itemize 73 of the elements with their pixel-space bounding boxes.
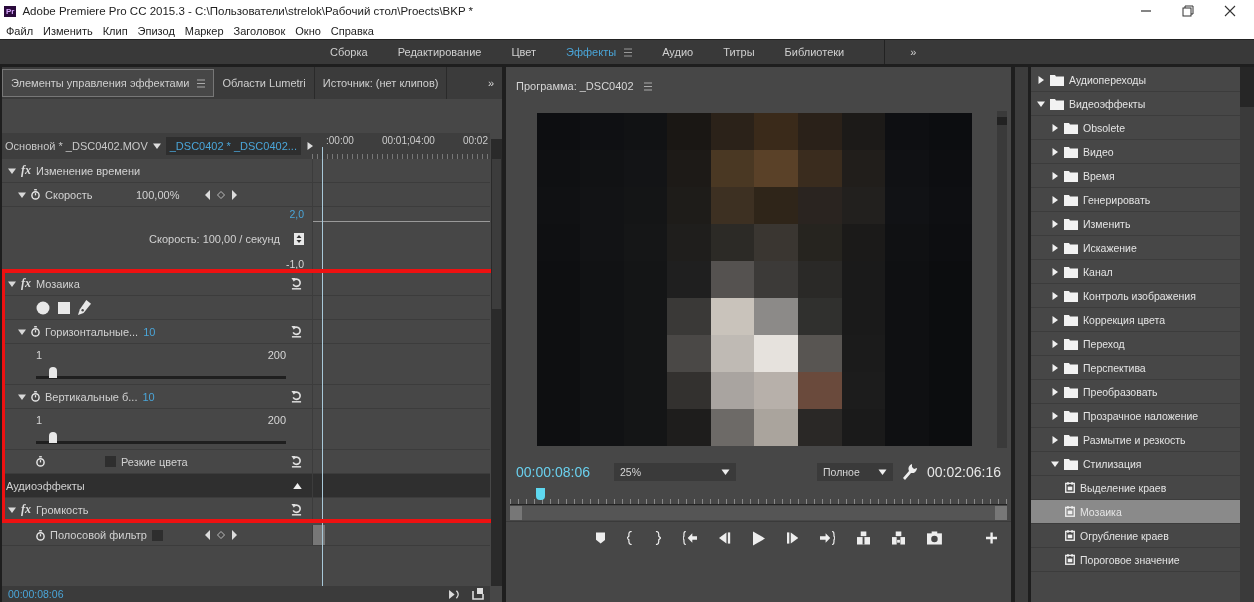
workspace-tab[interactable]: Титры xyxy=(723,46,755,58)
master-clip-label: Основной * _DSC0402.MOV xyxy=(5,140,148,152)
ruler-label: :00:00 xyxy=(326,135,354,146)
workspace-tab[interactable]: Аудио xyxy=(662,46,694,58)
folder-item[interactable]: Размытие и резкость xyxy=(1031,428,1240,452)
effect-name: Мозаика xyxy=(36,277,80,290)
duration-timecode: 00:02:06:16 xyxy=(927,464,1001,480)
menu-item[interactable]: Справка xyxy=(330,24,374,37)
ruler-label: 00:02 xyxy=(462,135,488,146)
folder-item[interactable]: Видео xyxy=(1031,140,1240,164)
folder-item[interactable]: Преобразовать xyxy=(1031,380,1240,404)
workspace-tab[interactable]: Библиотеки xyxy=(784,46,845,58)
menu-item[interactable]: Окно xyxy=(295,24,321,37)
effect-name: Изменение времени xyxy=(36,164,141,177)
folder-item[interactable]: Искажение xyxy=(1031,236,1240,260)
folder-item[interactable]: Изменить xyxy=(1031,212,1240,236)
menu-item[interactable]: Маркер xyxy=(184,24,224,37)
folder-item[interactable]: Видеоэффекты xyxy=(1031,92,1240,116)
panel-tab[interactable]: Элементы управления эффектами xyxy=(2,69,215,97)
graph-min-label: -1,0 xyxy=(285,258,304,270)
zoom-dropdown[interactable]: 25% xyxy=(613,463,736,481)
property-name: Скорость xyxy=(45,188,94,201)
menu-item[interactable]: Файл xyxy=(6,24,34,37)
slider-min-label: 1 xyxy=(36,414,43,426)
folder-item[interactable]: Аудиопереходы xyxy=(1031,68,1240,92)
panel-title[interactable]: Программа: _DSC0402 xyxy=(516,80,634,92)
sequence-clip-tab[interactable]: _DSC0402 * _DSC0402... xyxy=(165,137,301,155)
section-header: Аудиоэффекты xyxy=(6,479,85,492)
app-icon: Pr xyxy=(4,5,17,17)
fx-label: fx xyxy=(21,502,31,517)
menu-item[interactable]: Эпизод xyxy=(137,24,175,37)
menu-item[interactable]: Заголовок xyxy=(233,24,286,37)
workspace-tab[interactable]: Сборка xyxy=(330,46,368,58)
effect-item[interactable]: Огрубление краев xyxy=(1031,524,1240,548)
folder-item[interactable]: Канал xyxy=(1031,260,1240,284)
workspace-tab[interactable]: Редактирование xyxy=(397,46,482,58)
effect-name: Громкость xyxy=(36,503,89,516)
folder-item[interactable]: Перспектива xyxy=(1031,356,1240,380)
quality-dropdown[interactable]: Полное xyxy=(817,463,894,481)
workspace-tab[interactable]: Эффекты xyxy=(566,46,617,58)
panel-tab[interactable]: Области Lumetri xyxy=(214,67,315,99)
folder-item[interactable]: Генерировать xyxy=(1031,188,1240,212)
ruler-label: 00:01;04:00 xyxy=(381,135,435,146)
folder-item[interactable]: Коррекция цвета xyxy=(1031,308,1240,332)
folder-item[interactable]: Прозрачное наложение xyxy=(1031,404,1240,428)
slider-max-label: 200 xyxy=(267,349,286,361)
slider-min-label: 1 xyxy=(36,349,43,361)
effect-item[interactable]: Пороговое значение xyxy=(1031,548,1240,572)
overflow-button[interactable]: » xyxy=(884,40,917,64)
property-value[interactable]: 100,00% xyxy=(136,188,180,201)
fx-label: fx xyxy=(21,276,31,291)
menu-item[interactable]: Изменить xyxy=(43,24,93,37)
menu-item[interactable]: Клип xyxy=(102,24,128,37)
slider-max-label: 200 xyxy=(267,414,286,426)
folder-item[interactable]: Стилизация xyxy=(1031,452,1240,476)
panel-tab[interactable]: Источник: (нет клипов) xyxy=(314,67,448,99)
folder-item[interactable]: Контроль изображения xyxy=(1031,284,1240,308)
timecode: 00:00:08:06 xyxy=(8,588,64,600)
property-name: Вертикальные б... xyxy=(45,390,138,403)
folder-item[interactable]: Время xyxy=(1031,164,1240,188)
window-title: Adobe Premiere Pro CC 2015.3 - C:\Пользователи\strelok\Рабочий стол\Proects\BKP * xyxy=(22,5,475,17)
velocity-label: Скорость: 100,00 / секунд xyxy=(149,233,280,245)
folder-item[interactable]: Obsolete xyxy=(1031,116,1240,140)
folder-item[interactable]: Переход xyxy=(1031,332,1240,356)
property-name: Горизонтальные... xyxy=(45,325,139,338)
property-name: Полосовой фильтр xyxy=(50,529,147,541)
time-ruler[interactable]: :00:00 00:01;04:00 00:02 xyxy=(312,133,490,159)
fx-label: fx xyxy=(21,163,31,178)
current-timecode[interactable]: 00:00:08:06 xyxy=(516,464,590,480)
checkbox-label: Резкие цвета xyxy=(121,455,188,468)
overflow-button[interactable]: » xyxy=(487,77,502,89)
workspace-tab[interactable]: Цвет xyxy=(511,46,537,58)
graph-max-label: 2,0 xyxy=(289,208,304,220)
